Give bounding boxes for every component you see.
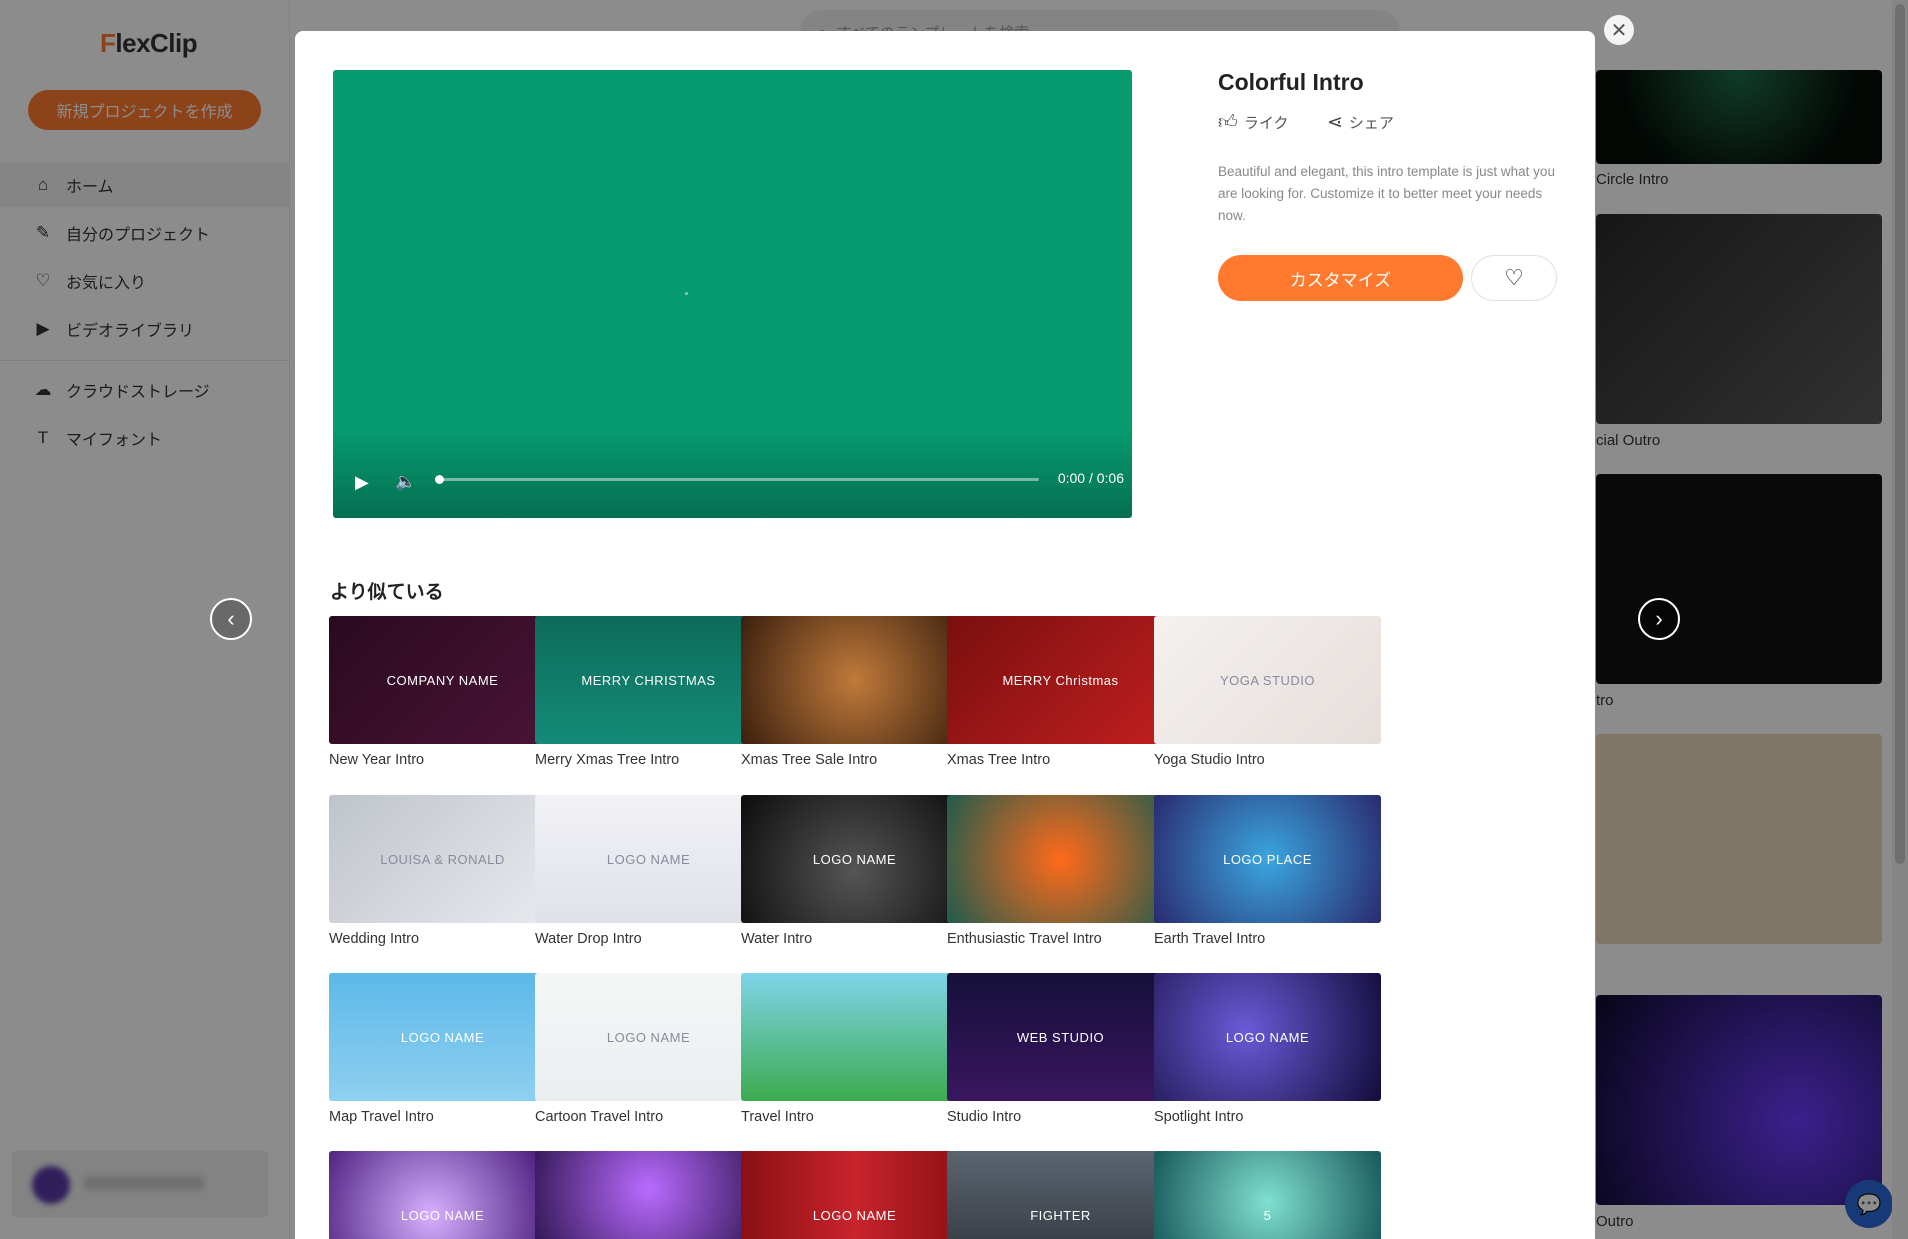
thumbnail-text: LOGO NAME [1225,1029,1310,1045]
thumbnail-text: WEB STUDIO [1016,1029,1105,1045]
template-card[interactable]: LOGO PLACE Earth Travel Intro [1154,795,1381,947]
customize-button[interactable]: カスタマイズ [1218,255,1463,301]
template-caption: Spotlight Intro [1154,1109,1244,1125]
thumbnail-text: LOUISA & RONALD [380,851,505,867]
thumbnail-text: LOGO NAME [606,851,691,867]
template-thumbnail[interactable]: YOGA STUDIO [1154,616,1381,744]
template-caption: Water Drop Intro [535,931,642,947]
thumbs-up-icon: 👍︎ [1218,112,1238,133]
video-time: 0:00 / 0:06 [1057,470,1124,486]
template-caption: Studio Intro [947,1109,1022,1125]
template-description: Beautiful and elegant, this intro templa… [1218,164,1555,223]
template-card[interactable]: Travel Intro [741,973,968,1125]
template-card[interactable]: LOGO NAME [329,1151,556,1239]
template-caption: Cartoon Travel Intro [535,1109,664,1125]
template-card[interactable]: Enthusiastic Travel Intro [947,795,1174,947]
template-caption: Xmas Tree Intro [947,752,1051,768]
template-thumbnail[interactable]: LOUISA & RONALD [329,795,556,923]
template-caption: Wedding Intro [329,931,420,947]
template-caption: Earth Travel Intro [1154,931,1266,947]
next-template-arrow-icon[interactable]: › [1638,598,1680,640]
template-thumbnail[interactable] [741,973,968,1101]
thumbnail-text: LOGO NAME [400,1207,485,1223]
template-caption: Xmas Tree Sale Intro [741,752,878,768]
template-thumbnail[interactable]: 5 [1154,1151,1381,1239]
like-label: ライク [1243,115,1289,132]
template-card[interactable]: LOGO NAME Spotlight Intro [1154,973,1381,1125]
template-thumbnail[interactable]: LOGO NAME [741,795,968,923]
template-thumbnail[interactable]: LOGO NAME [535,973,762,1101]
video-controls-gradient [333,428,1132,518]
video-progress-knob[interactable] [435,475,444,484]
template-card[interactable]: MERRY Christmas Xmas Tree Intro [947,616,1174,768]
template-card[interactable]: Xmas Tree Sale Intro [741,616,968,768]
volume-icon[interactable]: 🔈 [395,472,416,492]
template-card[interactable]: MERRY CHRISTMAS Merry Xmas Tree Intro [535,616,762,768]
thumbnail-text: COMPANY NAME [386,672,499,688]
template-thumbnail[interactable]: LOGO NAME [1154,973,1381,1101]
thumbnail-text: 5 [1263,1207,1272,1223]
like-button[interactable]: 👍︎ ライク [1218,111,1289,134]
share-icon: ⋖ [1327,112,1343,133]
thumbnail-text: LOGO NAME [400,1029,485,1045]
video-frame-dot [685,292,688,295]
template-thumbnail[interactable] [535,1151,762,1239]
thumbnail-text: MERRY CHRISTMAS [581,672,716,688]
template-card[interactable]: WEB STUDIO Studio Intro [947,973,1174,1125]
video-player[interactable]: ▶ 🔈 0:00 / 0:06 [333,70,1132,518]
template-caption: Merry Xmas Tree Intro [535,752,680,768]
previous-template-arrow-icon[interactable]: ‹ [210,598,252,640]
thumbnail-text: LOGO NAME [606,1029,691,1045]
thumbnail-text: MERRY Christmas [1002,672,1119,688]
template-thumbnail[interactable]: MERRY Christmas [947,616,1174,744]
template-caption: Enthusiastic Travel Intro [947,931,1102,947]
template-caption: New Year Intro [329,752,425,768]
template-card[interactable]: LOGO NAME [741,1151,968,1239]
template-thumbnail[interactable]: MERRY CHRISTMAS [535,616,762,744]
template-thumbnail[interactable]: LOGO NAME [329,1151,556,1239]
template-card[interactable]: YOGA STUDIO Yoga Studio Intro [1154,616,1381,768]
thumbnail-text: LOGO NAME [812,851,897,867]
template-card[interactable]: COMPANY NAME New Year Intro [329,616,556,768]
thumbnail-text: FIGHTER [1030,1207,1091,1223]
favorite-heart-icon[interactable]: ♡ [1471,255,1557,301]
template-card[interactable]: LOGO NAME Water Drop Intro [535,795,762,947]
template-thumbnail[interactable] [741,616,968,744]
template-card[interactable]: 5 [1154,1151,1381,1239]
template-card[interactable]: FIGHTER [947,1151,1174,1239]
thumbnail-text: LOGO NAME [812,1207,897,1223]
template-thumbnail[interactable]: WEB STUDIO [947,973,1174,1101]
template-card[interactable]: LOGO NAME Cartoon Travel Intro [535,973,762,1125]
thumbnail-text: YOGA STUDIO [1219,672,1316,688]
share-button[interactable]: ⋖ シェア [1327,111,1394,134]
template-thumbnail[interactable]: LOGO NAME [329,973,556,1101]
template-card[interactable]: LOUISA & RONALD Wedding Intro [329,795,556,947]
template-thumbnail[interactable]: LOGO PLACE [1154,795,1381,923]
template-card[interactable] [535,1151,762,1239]
share-label: シェア [1348,115,1394,132]
template-thumbnail[interactable] [947,795,1174,923]
similar-heading: より似ている [330,582,444,603]
template-caption: Water Intro [741,931,813,947]
template-thumbnail[interactable]: LOGO NAME [741,1151,968,1239]
template-caption: Travel Intro [741,1109,814,1125]
template-caption: Map Travel Intro [329,1109,434,1125]
template-caption: Yoga Studio Intro [1154,752,1265,768]
template-thumbnail[interactable]: FIGHTER [947,1151,1174,1239]
video-progress-bar[interactable] [435,475,1039,484]
template-thumbnail[interactable]: LOGO NAME [535,795,762,923]
thumbnail-text: LOGO PLACE [1223,851,1312,867]
template-title: Colorful Intro [1218,69,1364,95]
template-card[interactable]: LOGO NAME Water Intro [741,795,968,947]
template-card[interactable]: LOGO NAME Map Travel Intro [329,973,556,1125]
template-thumbnail[interactable]: COMPANY NAME [329,616,556,744]
play-icon[interactable]: ▶ [355,472,369,493]
close-icon[interactable]: ✕ [1604,15,1634,45]
template-preview-modal: ▶ 🔈 0:00 / 0:06 Colorful Intro 👍︎ ライク ⋖ … [295,31,1595,1239]
